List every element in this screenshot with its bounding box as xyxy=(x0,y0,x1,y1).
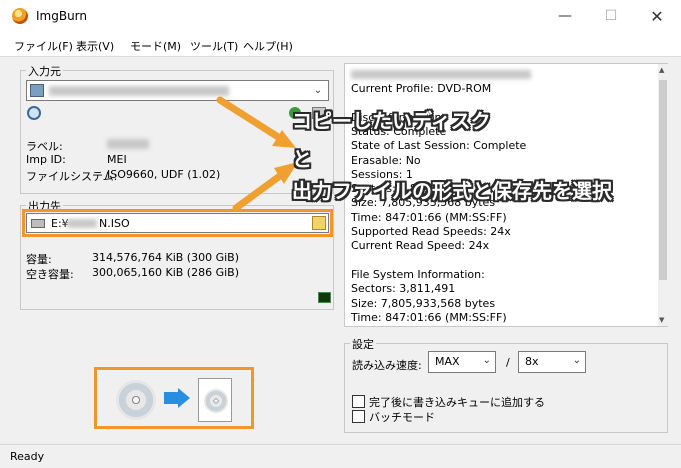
label-value-redacted xyxy=(107,139,149,149)
add-to-queue-label: 完了後に書き込みキューに追加する xyxy=(369,396,545,409)
disc-info-line: Time: 847:01:66 (MM:SS:FF) xyxy=(351,210,507,224)
disc-info-line: Erasable: No xyxy=(351,153,421,167)
status-bar: Ready xyxy=(0,444,681,468)
free-space-value: 300,065,160 KiB (286 GiB) xyxy=(92,266,239,279)
minimize-button[interactable]: — xyxy=(542,0,588,33)
annotation-line-2: と xyxy=(292,147,312,171)
impid-label: Imp ID: xyxy=(26,153,66,166)
info-scrollbar[interactable]: ▲ ▼ xyxy=(658,64,668,326)
batch-mode-checkbox[interactable] xyxy=(352,410,365,423)
file-disc-icon xyxy=(204,389,228,413)
add-to-queue-checkbox[interactable] xyxy=(352,395,365,408)
read-speed-label: 読み込み速度: xyxy=(352,359,422,372)
speed-select[interactable]: 8x ⌄ xyxy=(518,351,586,373)
free-space-label: 空き容量: xyxy=(26,268,74,281)
close-button[interactable]: ✕ xyxy=(634,0,680,33)
batch-mode-label: バッチモード xyxy=(369,411,435,424)
scroll-thumb[interactable] xyxy=(659,80,667,280)
source-group-label: 入力元 xyxy=(26,63,63,79)
disc-info-line: Time: 847:01:66 (MM:SS:FF) xyxy=(351,310,507,324)
imgburn-icon xyxy=(12,8,28,24)
drive-name-redacted xyxy=(351,70,531,79)
menu-view[interactable]: 表示(V) xyxy=(76,38,114,54)
maximize-button[interactable]: ☐ xyxy=(588,0,634,33)
capacity-label: 容量: xyxy=(26,253,52,266)
disc-info-line: Current Profile: DVD-ROM xyxy=(351,82,492,95)
scroll-up-icon[interactable]: ▲ xyxy=(659,66,664,74)
disc-info-line: Current Read Speed: 24x xyxy=(351,239,490,253)
disc-info-line: State of Last Session: Complete xyxy=(351,139,527,153)
read-speed-value: MAX xyxy=(435,355,460,368)
menu-mode[interactable]: モード(M) xyxy=(130,38,181,54)
annotation-line-3: 出力ファイルの形式と保存先を選択 xyxy=(292,179,612,203)
menu-bar: ファイル(F) 表示(V) モード(M) ツール(T) ヘルプ(H) xyxy=(0,33,681,57)
capacity-value: 314,576,764 KiB (300 GiB) xyxy=(92,251,239,264)
status-text: Ready xyxy=(10,450,45,463)
chevron-down-icon: ⌄ xyxy=(482,355,491,366)
title-bar: ImgBurn — ☐ ✕ xyxy=(0,0,681,33)
image-file-icon xyxy=(198,378,232,422)
drive-icon xyxy=(30,84,44,97)
arrow-to-source xyxy=(216,96,290,146)
arrow-head xyxy=(178,388,190,408)
disc-icon xyxy=(116,380,156,420)
scroll-down-icon[interactable]: ▼ xyxy=(659,316,664,324)
menu-tools[interactable]: ツール(T) xyxy=(190,38,238,54)
disc-info-line: Size: 7,805,933,568 bytes xyxy=(351,296,496,310)
filesystem-label: ファイルシステム: xyxy=(26,170,118,183)
chevron-down-icon: ⌄ xyxy=(572,355,581,366)
disc-info-line: Supported Read Speeds: 24x xyxy=(351,225,511,238)
menu-help[interactable]: ヘルプ(H) xyxy=(243,38,293,54)
search-icon[interactable] xyxy=(27,106,41,120)
graph-icon[interactable] xyxy=(318,292,331,303)
window-title: ImgBurn xyxy=(36,9,88,23)
disc-info-line: Sectors: 3,811,491 xyxy=(351,282,456,296)
speed-value: 8x xyxy=(525,355,539,368)
settings-group-label: 設定 xyxy=(350,336,376,352)
read-speed-select[interactable]: MAX ⌄ xyxy=(428,351,496,373)
menu-file[interactable]: ファイル(F) xyxy=(14,38,73,54)
disc-info-line: File System Information: xyxy=(351,267,485,281)
annotation-line-1: コピーしたいディスク xyxy=(292,109,491,133)
speed-separator: / xyxy=(506,356,510,369)
impid-value: MEI xyxy=(107,153,127,166)
chevron-down-icon: ⌄ xyxy=(313,85,323,96)
read-button[interactable] xyxy=(110,378,240,422)
label-label: ラベル: xyxy=(26,140,63,153)
